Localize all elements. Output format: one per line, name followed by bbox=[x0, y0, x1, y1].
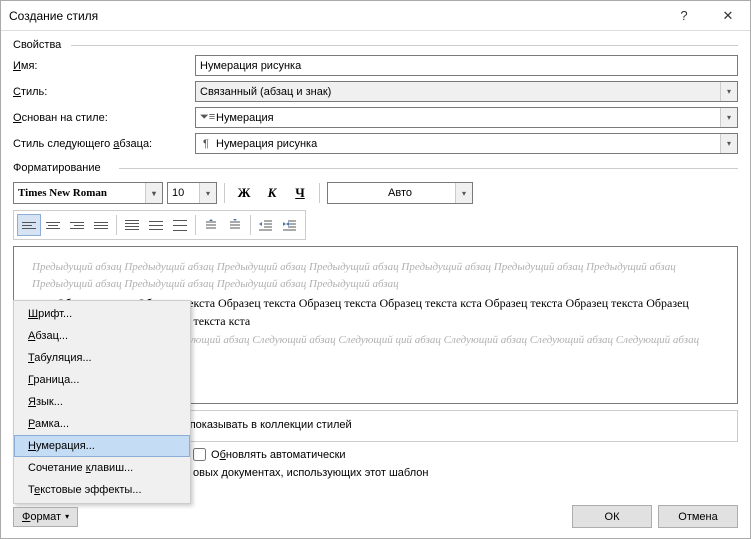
line-spacing-loose-button[interactable] bbox=[168, 214, 192, 236]
paragraph-icon: ¶ bbox=[200, 138, 212, 150]
based-on-label: Основан на стиле: bbox=[13, 112, 195, 124]
name-label: Имя: bbox=[13, 60, 195, 72]
window-title: Создание стиля bbox=[9, 9, 662, 23]
auto-update-checkbox[interactable] bbox=[193, 448, 206, 461]
name-input[interactable] bbox=[195, 55, 738, 76]
menu-tabs[interactable]: Табуляция... bbox=[14, 347, 190, 369]
italic-button[interactable]: К bbox=[260, 182, 284, 204]
ok-button[interactable]: ОК bbox=[572, 505, 652, 528]
formatting-group-label: Форматирование bbox=[13, 162, 738, 174]
numbering-icon: ⏷≡ bbox=[200, 111, 212, 124]
chevron-down-icon: ▾ bbox=[199, 183, 216, 203]
menu-paragraph[interactable]: Абзац... bbox=[14, 325, 190, 347]
style-type-select[interactable]: Связанный (абзац и знак) ▾ bbox=[195, 81, 738, 102]
menu-border[interactable]: Граница... bbox=[14, 369, 190, 391]
menu-font[interactable]: Шрифт... bbox=[14, 303, 190, 325]
line-spacing-tight-button[interactable] bbox=[120, 214, 144, 236]
menu-numbering[interactable]: Нумерация... bbox=[14, 435, 190, 457]
indent-increase-button[interactable] bbox=[278, 214, 302, 236]
create-style-dialog: Создание стиля ? ✕ Свойства Имя: Стиль: … bbox=[0, 0, 751, 539]
help-button[interactable]: ? bbox=[662, 1, 706, 31]
dropdown-icon: ▾ bbox=[65, 512, 69, 521]
menu-frame[interactable]: Рамка... bbox=[14, 413, 190, 435]
formatting-toolbar-2 bbox=[13, 210, 306, 240]
properties-group-label: Свойства bbox=[13, 39, 738, 51]
chevron-down-icon: ▾ bbox=[720, 82, 737, 101]
menu-shortcut[interactable]: Сочетание клавиш... bbox=[14, 457, 190, 479]
indent-decrease-button[interactable] bbox=[254, 214, 278, 236]
menu-language[interactable]: Язык... bbox=[14, 391, 190, 413]
cancel-button[interactable]: Отмена bbox=[658, 505, 738, 528]
font-size-select[interactable]: 10 ▾ bbox=[167, 182, 217, 204]
formatting-toolbar-1: Times New Roman ▾ 10 ▾ Ж К Ч Авто ▾ bbox=[13, 182, 738, 204]
auto-update-label: Обновлять автоматически bbox=[211, 449, 346, 461]
titlebar: Создание стиля ? ✕ bbox=[1, 1, 750, 31]
space-before-dec-button[interactable] bbox=[223, 214, 247, 236]
align-right-button[interactable] bbox=[65, 214, 89, 236]
space-before-inc-button[interactable] bbox=[199, 214, 223, 236]
next-style-label: Стиль следующего абзаца: bbox=[13, 138, 195, 150]
menu-text-effects[interactable]: Текстовые эффекты... bbox=[14, 479, 190, 501]
line-spacing-medium-button[interactable] bbox=[144, 214, 168, 236]
footer: Формат▾ ОК Отмена bbox=[13, 505, 738, 528]
style-type-label: Стиль: bbox=[13, 86, 195, 98]
chevron-down-icon: ▾ bbox=[455, 183, 472, 203]
font-family-select[interactable]: Times New Roman ▾ bbox=[13, 182, 163, 204]
align-center-button[interactable] bbox=[41, 214, 65, 236]
close-button[interactable]: ✕ bbox=[706, 1, 750, 31]
font-color-select[interactable]: Авто ▾ bbox=[327, 182, 473, 204]
auto-update-row: Обновлять автоматически bbox=[193, 448, 738, 461]
chevron-down-icon: ▾ bbox=[720, 134, 737, 153]
next-style-select[interactable]: ¶ Нумерация рисунка ▾ bbox=[195, 133, 738, 154]
preview-previous-text: Предыдущий абзац Предыдущий абзац Предыд… bbox=[32, 259, 719, 292]
underline-button[interactable]: Ч bbox=[288, 182, 312, 204]
based-on-select[interactable]: ⏷≡ Нумерация ▾ bbox=[195, 107, 738, 128]
format-menu: Шрифт... Абзац... Табуляция... Граница..… bbox=[13, 300, 191, 504]
bold-button[interactable]: Ж bbox=[232, 182, 256, 204]
align-left-button[interactable] bbox=[17, 214, 41, 236]
align-justify-button[interactable] bbox=[89, 214, 113, 236]
templates-label: овых документах, использующих этот шабло… bbox=[193, 467, 428, 479]
templates-row: овых документах, использующих этот шабло… bbox=[193, 467, 738, 479]
chevron-down-icon: ▾ bbox=[720, 108, 737, 127]
format-button[interactable]: Формат▾ bbox=[13, 507, 78, 527]
chevron-down-icon: ▾ bbox=[145, 183, 162, 203]
